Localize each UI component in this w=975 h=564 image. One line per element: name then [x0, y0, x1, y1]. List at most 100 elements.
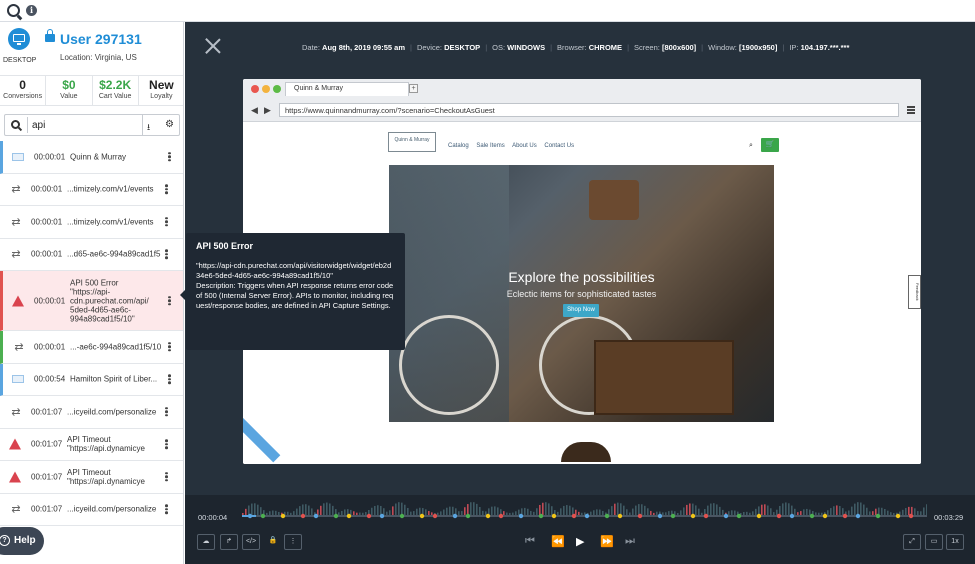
expand-icon[interactable]: ⤢: [903, 534, 921, 550]
cloud-icon[interactable]: ☁: [197, 534, 215, 550]
search-input[interactable]: [27, 117, 137, 133]
event-marker[interactable]: [690, 513, 696, 519]
kebab-menu-icon[interactable]: [168, 374, 171, 386]
event-marker[interactable]: [789, 513, 795, 519]
event-marker[interactable]: [379, 513, 385, 519]
event-marker[interactable]: [855, 513, 861, 519]
event-marker[interactable]: [432, 513, 438, 519]
gear-icon[interactable]: ⚙: [165, 119, 174, 130]
event-marker[interactable]: [584, 513, 590, 519]
help-button[interactable]: ? Help: [0, 527, 44, 555]
event-text: ...icyeild.com/personalize: [67, 504, 157, 514]
event-row[interactable]: 00:00:01 Quinn & Murray: [0, 141, 183, 174]
event-text: ...timizely.com/v1/events: [67, 184, 154, 194]
event-marker[interactable]: [260, 513, 266, 519]
event-marker[interactable]: [637, 513, 643, 519]
event-marker[interactable]: [604, 513, 610, 519]
site-nav-item: Sale Items: [476, 143, 505, 149]
event-marker[interactable]: [551, 513, 557, 519]
page-icon: [12, 375, 24, 384]
fast-forward-icon[interactable]: ⏩: [600, 535, 614, 548]
meta-value: Aug 8th, 2019 09:55 am: [322, 43, 405, 52]
event-marker[interactable]: [485, 513, 491, 519]
more-icon[interactable]: ⋮: [284, 534, 302, 550]
event-row[interactable]: ⇄ 00:00:01 ...-ae6c-994a89cad1f5/10: [0, 331, 183, 364]
event-marker[interactable]: [399, 513, 405, 519]
event-marker[interactable]: [908, 513, 914, 519]
event-row[interactable]: ⇄ 00:01:07 ...icyeild.com/personalize: [0, 493, 183, 526]
event-row[interactable]: 00:01:07 API Timeout "https://api.dynamic…: [0, 461, 183, 494]
event-marker[interactable]: [670, 513, 676, 519]
kebab-menu-icon[interactable]: [165, 184, 168, 196]
event-marker[interactable]: [465, 513, 471, 519]
site-logo: Quinn & Murray: [388, 132, 436, 152]
event-marker[interactable]: [300, 513, 306, 519]
screen-icon[interactable]: ▭: [925, 534, 943, 550]
event-marker[interactable]: [723, 513, 729, 519]
share-icon[interactable]: ↱: [220, 534, 238, 550]
event-marker[interactable]: [280, 513, 286, 519]
event-marker[interactable]: [875, 513, 881, 519]
kebab-menu-icon[interactable]: [165, 406, 168, 418]
event-row[interactable]: ⇄ 00:00:01 ...timizely.com/v1/events: [0, 173, 183, 206]
event-marker[interactable]: [617, 513, 623, 519]
skip-end-icon[interactable]: ⏭: [625, 535, 635, 548]
event-row[interactable]: 00:00:54 Hamilton Spirit of Liber...: [0, 363, 183, 396]
session-meta-item: Date: Aug 8th, 2019 09:55 am: [302, 43, 405, 52]
app-logo-icon[interactable]: [7, 4, 20, 17]
kebab-menu-icon[interactable]: [168, 341, 171, 353]
meta-value: DESKTOP: [444, 43, 481, 52]
download-icon[interactable]: ⭳: [147, 120, 150, 136]
event-row[interactable]: ⇄ 00:00:01 ...d65-ae6c-994a89cad1f5: [0, 238, 183, 271]
event-marker[interactable]: [346, 513, 352, 519]
close-icon[interactable]: [205, 38, 221, 54]
event-time: 00:00:01: [34, 152, 66, 162]
kebab-menu-icon[interactable]: [165, 504, 168, 516]
event-marker[interactable]: [313, 513, 319, 519]
kebab-menu-icon[interactable]: [165, 216, 168, 228]
meta-label: Window:: [708, 43, 737, 52]
event-marker[interactable]: [518, 513, 524, 519]
event-marker[interactable]: [895, 513, 901, 519]
event-marker[interactable]: [419, 513, 425, 519]
play-icon[interactable]: ▶: [576, 535, 584, 548]
event-row[interactable]: ⇄ 00:01:07 ...icyeild.com/personalize: [0, 396, 183, 429]
info-icon[interactable]: i: [26, 5, 37, 16]
event-marker[interactable]: [657, 513, 663, 519]
event-row[interactable]: 00:01:07 API Timeout "https://api.dynamic…: [0, 428, 183, 461]
event-marker[interactable]: [842, 513, 848, 519]
user-name[interactable]: User 297131: [60, 31, 142, 47]
kebab-menu-icon[interactable]: [168, 151, 171, 163]
kebab-menu-icon[interactable]: [165, 471, 168, 483]
event-marker[interactable]: [452, 513, 458, 519]
speed-button[interactable]: 1x: [946, 534, 964, 550]
event-marker[interactable]: [822, 513, 828, 519]
event-marker[interactable]: [366, 513, 372, 519]
event-markers[interactable]: [242, 513, 927, 519]
event-time: 00:01:07: [31, 504, 63, 514]
event-marker[interactable]: [776, 513, 782, 519]
kebab-menu-icon[interactable]: [165, 249, 168, 261]
kebab-menu-icon[interactable]: [168, 295, 171, 307]
feedback-tab: Feedback: [908, 275, 921, 309]
event-marker[interactable]: [571, 513, 577, 519]
rewind-icon[interactable]: ⏪: [551, 535, 565, 548]
lock-toggle-icon[interactable]: 🔒: [264, 534, 282, 550]
event-marker[interactable]: [736, 513, 742, 519]
event-text: ...timizely.com/v1/events: [67, 217, 154, 227]
event-time: 00:00:01: [31, 217, 63, 227]
stat-conversions: 0 Conversions: [0, 76, 47, 105]
code-icon[interactable]: </>: [242, 534, 260, 550]
kebab-menu-icon[interactable]: [165, 439, 168, 451]
desktop-icon: [8, 28, 30, 50]
skip-start-icon[interactable]: ⏮: [525, 535, 535, 548]
event-marker[interactable]: [538, 513, 544, 519]
event-marker[interactable]: [809, 513, 815, 519]
event-row[interactable]: ⇄ 00:00:01 ...timizely.com/v1/events: [0, 206, 183, 239]
event-marker[interactable]: [498, 513, 504, 519]
event-marker[interactable]: [333, 513, 339, 519]
event-marker[interactable]: [756, 513, 762, 519]
event-marker[interactable]: [247, 513, 253, 519]
event-row[interactable]: 00:00:01 API 500 Error "https://api- cdn.…: [0, 271, 183, 331]
event-marker[interactable]: [703, 513, 709, 519]
